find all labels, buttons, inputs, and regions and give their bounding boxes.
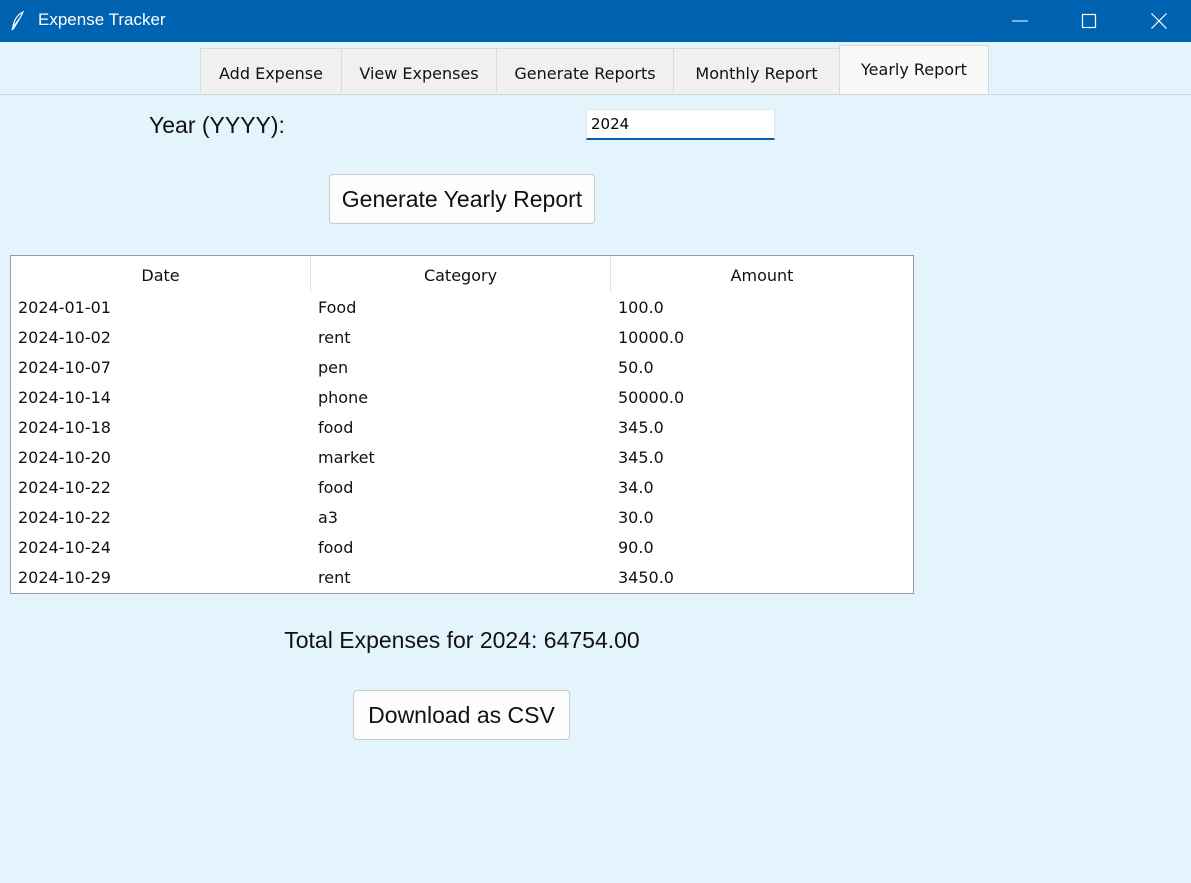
table-body: 2024-01-01 Food 100.0 2024-10-02 rent 10…	[11, 293, 913, 593]
minimize-icon	[1012, 20, 1028, 22]
amount-cell: 10000.0	[618, 328, 685, 347]
table-row[interactable]: 2024-10-18 food 345.0	[11, 413, 913, 443]
table-row[interactable]: 2024-10-07 pen 50.0	[11, 353, 913, 383]
category-cell: market	[318, 448, 375, 467]
window-title: Expense Tracker	[38, 10, 166, 29]
table-row[interactable]: 2024-10-22 a3 30.0	[11, 503, 913, 533]
date-cell: 2024-10-20	[18, 448, 111, 467]
table-row[interactable]: 2024-10-22 food 34.0	[11, 473, 913, 503]
tab-add-expense[interactable]: Add Expense	[200, 48, 342, 93]
column-header-label: Amount	[730, 265, 794, 285]
maximize-button[interactable]	[1066, 0, 1112, 42]
amount-cell: 30.0	[618, 508, 654, 527]
date-cell: 2024-10-02	[18, 328, 111, 347]
amount-cell: 3450.0	[618, 568, 674, 587]
amount-cell: 345.0	[618, 448, 664, 467]
table-row[interactable]: 2024-10-02 rent 10000.0	[11, 323, 913, 353]
table-row[interactable]: 2024-10-29 rent 3450.0	[11, 563, 913, 593]
total-expenses-text: Total Expenses for 2024: 64754.00	[284, 627, 640, 653]
amount-cell: 100.0	[618, 298, 664, 317]
column-header-date[interactable]: Date	[11, 256, 311, 292]
amount-cell: 90.0	[618, 538, 654, 557]
tab-label: View Expenses	[359, 63, 479, 83]
column-header-label: Category	[423, 265, 498, 285]
table-row[interactable]: 2024-10-14 phone 50000.0	[11, 383, 913, 413]
date-cell: 2024-10-24	[18, 538, 111, 557]
date-cell: 2024-10-18	[18, 418, 111, 437]
year-input[interactable]	[586, 109, 775, 140]
expense-table: Date Category Amount 2024-01-01 Food 100…	[10, 255, 914, 594]
date-cell: 2024-10-22	[18, 508, 111, 527]
tab-generate-reports[interactable]: Generate Reports	[496, 48, 674, 93]
table-header: Date Category Amount	[11, 256, 913, 292]
date-cell: 2024-10-29	[18, 568, 111, 587]
table-row[interactable]: 2024-10-20 market 345.0	[11, 443, 913, 473]
table-row[interactable]: 2024-10-24 food 90.0	[11, 533, 913, 563]
category-cell: rent	[318, 328, 351, 347]
tab-label: Yearly Report	[861, 59, 967, 79]
title-bar: Expense Tracker	[0, 0, 1191, 42]
category-cell: a3	[318, 508, 338, 527]
maximize-icon	[1081, 13, 1097, 29]
date-cell: 2024-10-14	[18, 388, 111, 407]
close-button[interactable]	[1136, 0, 1182, 42]
column-header-category[interactable]: Category	[311, 256, 611, 292]
date-cell: 2024-10-07	[18, 358, 111, 377]
category-cell: food	[318, 538, 354, 557]
generate-yearly-report-button[interactable]: Generate Yearly Report	[329, 174, 595, 224]
year-label: Year (YYYY):	[149, 112, 285, 138]
category-cell: Food	[318, 298, 357, 317]
minimize-button[interactable]	[997, 0, 1043, 42]
table-row[interactable]: 2024-01-01 Food 100.0	[11, 293, 913, 323]
amount-cell: 345.0	[618, 418, 664, 437]
tab-label: Add Expense	[219, 63, 323, 83]
tab-label: Generate Reports	[514, 63, 656, 83]
tab-view-expenses[interactable]: View Expenses	[341, 48, 497, 93]
close-icon	[1151, 13, 1167, 29]
date-cell: 2024-10-22	[18, 478, 111, 497]
date-cell: 2024-01-01	[18, 298, 111, 317]
category-cell: phone	[318, 388, 369, 407]
tab-yearly-report[interactable]: Yearly Report	[839, 45, 989, 94]
category-cell: food	[318, 478, 354, 497]
category-cell: rent	[318, 568, 351, 587]
tab-monthly-report[interactable]: Monthly Report	[673, 48, 840, 93]
feather-icon	[10, 10, 26, 31]
column-header-label: Date	[141, 265, 180, 285]
category-cell: pen	[318, 358, 349, 377]
column-header-amount[interactable]: Amount	[611, 256, 913, 292]
tab-strip: Add Expense View Expenses Generate Repor…	[0, 42, 1191, 95]
category-cell: food	[318, 418, 354, 437]
download-csv-button[interactable]: Download as CSV	[353, 690, 570, 740]
amount-cell: 50.0	[618, 358, 654, 377]
tab-label: Monthly Report	[695, 63, 818, 83]
amount-cell: 34.0	[618, 478, 654, 497]
amount-cell: 50000.0	[618, 388, 685, 407]
